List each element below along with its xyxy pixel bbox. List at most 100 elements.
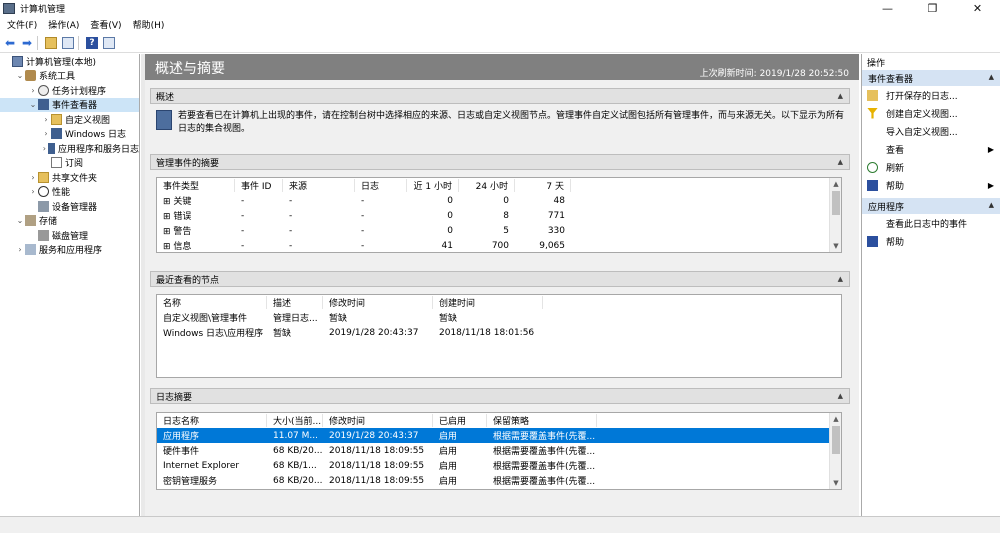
scroll-down-icon[interactable]: ▼ — [830, 240, 841, 252]
table-row[interactable]: 密钥管理服务 68 KB/20... 2018/11/18 18:09:55 启用 根据… — [157, 473, 841, 488]
collapse-up-icon[interactable]: ▲ — [838, 92, 843, 100]
menu-file[interactable]: 文件(F) — [7, 18, 37, 31]
tree-item[interactable]: ⌄ 事件查看器 — [0, 97, 139, 112]
column-header[interactable]: 保留策略 — [487, 414, 597, 427]
log-summary-header[interactable]: 日志摘要 ▲ — [150, 388, 850, 404]
expand-right-icon[interactable]: › — [15, 245, 25, 254]
tree-item[interactable]: › 服务和应用程序 — [0, 243, 139, 258]
expand-right-icon[interactable]: › — [28, 86, 38, 95]
action-item[interactable]: 导入自定义视图... — [862, 122, 1000, 140]
column-header[interactable]: 近 1 小时 — [407, 179, 459, 192]
action-item[interactable]: 查看此日志中的事件 — [862, 214, 1000, 232]
expand-plus-icon[interactable]: ⊞ — [163, 212, 173, 222]
table-row[interactable]: ⊞ 信息 - - -41 700 9,065 — [157, 238, 841, 253]
show-hide-action-pane-icon[interactable] — [102, 36, 116, 50]
column-header[interactable]: 事件 ID — [235, 179, 283, 192]
recent-nodes-header[interactable]: 最近查看的节点 ▲ — [150, 271, 850, 287]
collapse-up-icon[interactable]: ▲ — [989, 73, 994, 81]
tools-icon — [25, 70, 36, 82]
maximize-button[interactable]: ❐ — [910, 0, 955, 16]
collapse-up-icon[interactable]: ▲ — [989, 201, 994, 209]
table-row[interactable]: ⊞ 关键 - - -0 0 48 — [157, 193, 841, 208]
vertical-scrollbar[interactable]: ▲ ▼ — [829, 178, 841, 252]
folder-icon — [51, 113, 62, 125]
admin-events-header[interactable]: 管理事件的摘要 ▲ — [150, 154, 850, 170]
table-row[interactable]: 硬件事件 68 KB/20... 2018/11/18 18:09:55 启用 根据需要… — [157, 443, 841, 458]
column-header[interactable]: 描述 — [267, 296, 323, 309]
scroll-down-icon[interactable]: ▼ — [830, 477, 841, 489]
collapse-up-icon[interactable]: ▲ — [838, 275, 843, 283]
table-row[interactable]: 应用程序 11.07 M... 2019/1/28 20:43:37 启用 根据需要覆盖… — [157, 428, 841, 443]
expand-right-icon[interactable]: › — [28, 187, 38, 196]
menu-help[interactable]: 帮助(H) — [133, 18, 165, 31]
column-header[interactable]: 事件类型 — [157, 179, 235, 192]
expand-right-icon[interactable]: › — [41, 144, 48, 153]
expand-right-icon[interactable]: › — [28, 173, 38, 182]
back-arrow-icon[interactable]: ⬅ — [3, 36, 17, 50]
column-header[interactable]: 已启用 — [433, 414, 487, 427]
action-item[interactable]: 帮助 ▶ — [862, 176, 1000, 194]
action-item[interactable]: 打开保存的日志... — [862, 86, 1000, 104]
expand-right-icon[interactable]: › — [41, 129, 51, 138]
tree-item[interactable]: 订阅 — [0, 156, 139, 171]
collapse-up-icon[interactable]: ▲ — [838, 392, 843, 400]
action-item[interactable]: 刷新 — [862, 158, 1000, 176]
column-header[interactable]: 名称 — [157, 296, 267, 309]
table-row[interactable]: Internet Explorer 68 KB/1... 2018/11/18 18… — [157, 458, 841, 473]
vertical-scrollbar[interactable]: ▲ ▼ — [829, 413, 841, 489]
column-header[interactable]: 修改时间 — [323, 414, 433, 427]
minimize-button[interactable]: — — [865, 0, 910, 16]
column-header[interactable]: 日志 — [355, 179, 407, 192]
column-header[interactable]: 7 天 — [515, 179, 571, 192]
menu-view[interactable]: 查看(V) — [90, 18, 121, 31]
tree-item[interactable]: 磁盘管理 — [0, 228, 139, 243]
tree-item[interactable]: › 任务计划程序 — [0, 83, 139, 98]
tree-item[interactable]: › 应用程序和服务日志 — [0, 141, 139, 156]
forward-arrow-icon[interactable]: ➡ — [20, 36, 34, 50]
expand-plus-icon[interactable]: ⊞ — [163, 227, 173, 237]
scroll-up-icon[interactable]: ▲ — [830, 178, 841, 190]
tree-item[interactable]: › Windows 日志 — [0, 127, 139, 142]
table-row[interactable]: 自定义视图\管理事件 管理日志... 暂缺 暂缺 — [157, 310, 841, 325]
column-header[interactable]: 大小(当前... — [267, 414, 323, 427]
table-row[interactable]: Windows 日志\应用程序 暂缺 2019/1/28 20:43:37 2018/… — [157, 325, 841, 340]
action-item[interactable]: 帮助 — [862, 232, 1000, 250]
tree-item[interactable]: 计算机管理(本地) — [0, 54, 139, 69]
services-icon — [25, 244, 36, 256]
expand-down-icon[interactable]: ⌄ — [15, 71, 25, 80]
table-cell: - — [361, 195, 365, 206]
scroll-thumb[interactable] — [832, 191, 840, 215]
column-header[interactable]: 日志名称 — [157, 414, 267, 427]
tree-item[interactable]: › 自定义视图 — [0, 112, 139, 127]
table-row[interactable]: ⊞ 警告 - - -0 5 330 — [157, 223, 841, 238]
tree-item[interactable]: › 性能 — [0, 185, 139, 200]
expand-plus-icon[interactable]: ⊞ — [163, 197, 173, 207]
column-header[interactable]: 修改时间 — [323, 296, 433, 309]
help-icon[interactable]: ? — [85, 36, 99, 50]
tree-item[interactable]: ⌄ 系统工具 — [0, 69, 139, 84]
action-item[interactable]: 查看 ▶ — [862, 140, 1000, 158]
menu-action[interactable]: 操作(A) — [48, 18, 79, 31]
expand-down-icon[interactable]: ⌄ — [28, 100, 38, 109]
expand-plus-icon[interactable]: ⊞ — [163, 242, 173, 252]
actions-group-header[interactable]: 应用程序 ▲ — [862, 198, 1000, 214]
action-item[interactable]: 创建自定义视图... — [862, 104, 1000, 122]
column-header[interactable]: 24 小时 — [459, 179, 515, 192]
tree-item[interactable]: › 共享文件夹 — [0, 170, 139, 185]
title-bar: 计算机管理 — ❐ ✕ — [0, 0, 1000, 16]
scroll-up-icon[interactable]: ▲ — [830, 413, 841, 425]
expand-right-icon[interactable]: › — [41, 115, 51, 124]
scroll-thumb[interactable] — [832, 426, 840, 454]
collapse-up-icon[interactable]: ▲ — [838, 158, 843, 166]
show-hide-tree-icon[interactable] — [61, 36, 75, 50]
actions-group-header[interactable]: 事件查看器 ▲ — [862, 70, 1000, 86]
up-folder-icon[interactable] — [44, 36, 58, 50]
tree-item[interactable]: 设备管理器 — [0, 199, 139, 214]
close-button[interactable]: ✕ — [955, 0, 1000, 16]
column-header[interactable]: 来源 — [283, 179, 355, 192]
column-header[interactable]: 创建时间 — [433, 296, 543, 309]
expand-down-icon[interactable]: ⌄ — [15, 216, 25, 225]
table-row[interactable]: ⊞ 错误 - - -0 8 771 — [157, 208, 841, 223]
overview-header[interactable]: 概述 ▲ — [150, 88, 850, 104]
tree-item[interactable]: ⌄ 存储 — [0, 214, 139, 229]
